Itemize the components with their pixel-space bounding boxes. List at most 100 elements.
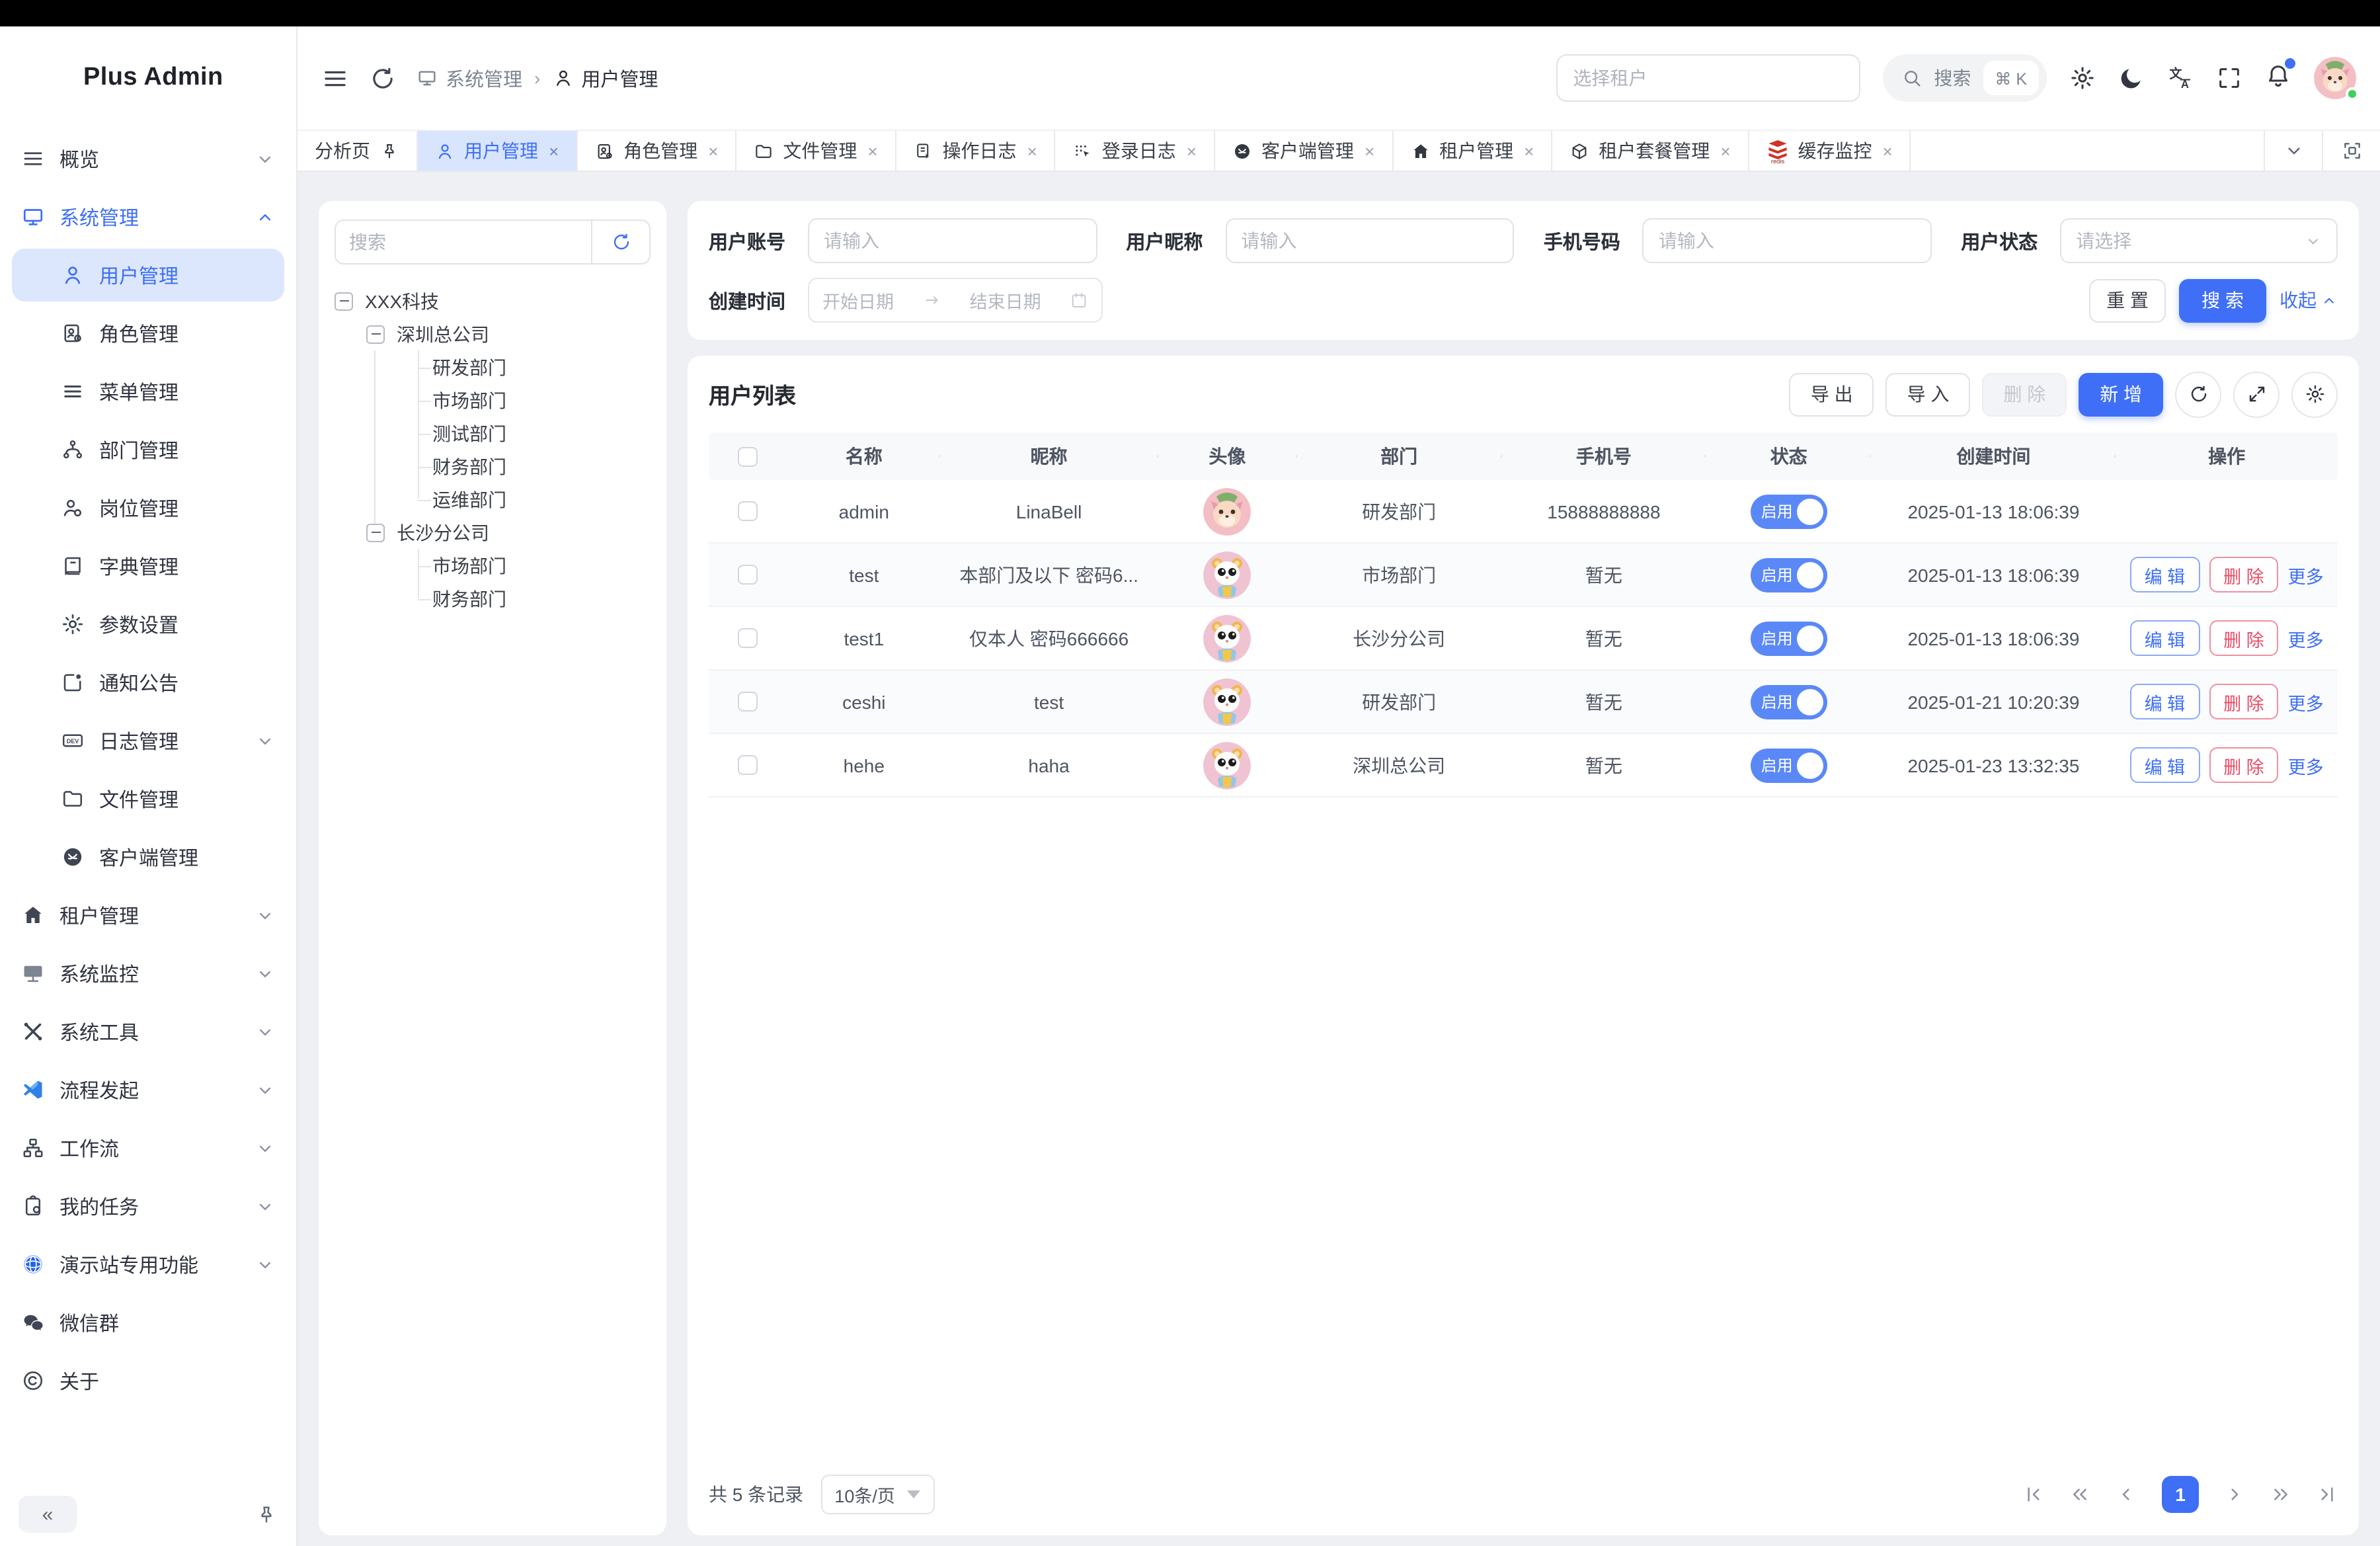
tree-search-input[interactable] [336, 221, 591, 263]
collapse-menu-icon[interactable] [321, 64, 349, 92]
column-settings-button[interactable] [2291, 371, 2338, 417]
tree-node-dept[interactable]: 财务部门 [335, 582, 651, 615]
nickname-input[interactable] [1225, 218, 1514, 263]
pin-icon[interactable] [379, 141, 399, 161]
status-toggle[interactable]: 启用 [1751, 621, 1827, 655]
search-button[interactable]: 搜 索 [2179, 278, 2266, 322]
edit-button[interactable]: 编 辑 [2130, 747, 2200, 783]
close-icon[interactable]: × [1524, 141, 1534, 161]
breadcrumb-user-management[interactable]: 用户管理 [552, 64, 658, 92]
close-icon[interactable]: × [549, 141, 559, 161]
tree-node-changsha-branch[interactable]: 长沙分公司 [335, 516, 651, 549]
edit-button[interactable]: 编 辑 [2130, 557, 2200, 592]
global-search-button[interactable]: 搜索 ⌘ K [1882, 54, 2047, 102]
current-page[interactable]: 1 [2162, 1476, 2199, 1513]
tree-refresh-button[interactable] [591, 221, 649, 263]
select-all-checkbox[interactable] [738, 446, 758, 466]
import-button[interactable]: 导 入 [1886, 372, 1971, 416]
delete-button[interactable]: 删 除 [2209, 557, 2279, 592]
tab-file-management[interactable]: 文件管理 × [736, 131, 896, 171]
tree-node-dept[interactable]: 研发部门 [335, 350, 651, 384]
sidebar-item-dept-management[interactable]: 部门管理 [0, 421, 296, 479]
row-checkbox[interactable] [738, 755, 758, 775]
prev-page-icon[interactable] [2116, 1484, 2137, 1505]
more-link[interactable]: 更多 [2288, 688, 2324, 715]
tab-tenant-management[interactable]: 租户管理 × [1393, 131, 1552, 171]
row-checkbox[interactable] [738, 565, 758, 585]
next-10-pages-icon[interactable] [2270, 1484, 2291, 1505]
tree-node-dept[interactable]: 测试部门 [335, 417, 651, 450]
phone-input[interactable] [1643, 218, 1932, 263]
tabs-dropdown-button[interactable] [2264, 131, 2322, 171]
close-icon[interactable]: × [1027, 141, 1037, 161]
sidebar-item-wechat-group[interactable]: 微信群 [0, 1293, 296, 1352]
tab-cache-monitor[interactable]: redis 缓存监控 × [1749, 131, 1911, 171]
tree-node-dept[interactable]: 市场部门 [335, 384, 651, 417]
sidebar-item-param-settings[interactable]: 参数设置 [0, 595, 296, 653]
row-checkbox[interactable] [738, 692, 758, 712]
collapse-filters-link[interactable]: 收起 [2280, 287, 2338, 313]
sidebar-item-about[interactable]: 关于 [0, 1352, 296, 1410]
more-link[interactable]: 更多 [2288, 625, 2324, 651]
tab-user-management[interactable]: 用户管理 × [418, 131, 577, 171]
status-toggle[interactable]: 启用 [1751, 684, 1827, 719]
fullscreen-icon[interactable] [2216, 65, 2242, 91]
tree-node-company-root[interactable]: XXX科技 [335, 284, 651, 317]
close-icon[interactable]: × [867, 141, 877, 161]
status-toggle[interactable]: 启用 [1751, 748, 1827, 782]
sidebar-item-process-start[interactable]: 流程发起 [0, 1061, 296, 1119]
date-range-picker[interactable]: 开始日期 结束日期 [808, 278, 1103, 323]
tree-node-dept[interactable]: 运维部门 [335, 483, 651, 516]
notifications-button[interactable] [2265, 61, 2291, 95]
sidebar-item-system-tools[interactable]: 系统工具 [0, 1002, 296, 1061]
account-input[interactable] [808, 218, 1097, 263]
sidebar-item-system-management[interactable]: 系统管理 [0, 188, 296, 246]
edit-button[interactable]: 编 辑 [2130, 620, 2200, 656]
refresh-table-button[interactable] [2175, 371, 2221, 417]
sidebar-collapse-button[interactable]: « [19, 1496, 77, 1533]
tab-tenant-package[interactable]: 租户套餐管理 × [1552, 131, 1749, 171]
edit-button[interactable]: 编 辑 [2130, 684, 2200, 719]
collapse-box-icon[interactable] [366, 523, 385, 542]
delete-button[interactable]: 删 除 [2209, 684, 2279, 719]
batch-delete-button[interactable]: 删 除 [1982, 372, 2067, 416]
sidebar-item-role-management[interactable]: 角色管理 [0, 304, 296, 362]
sidebar-item-overview[interactable]: 概览 [0, 130, 296, 188]
pin-icon[interactable] [255, 1503, 278, 1526]
tree-node-dept[interactable]: 市场部门 [335, 549, 651, 582]
status-toggle[interactable]: 启用 [1751, 494, 1827, 528]
status-select[interactable]: 请选择 [2060, 218, 2338, 263]
delete-button[interactable]: 删 除 [2209, 747, 2279, 783]
sidebar-item-log-management[interactable]: DEV 日志管理 [0, 712, 296, 770]
next-page-icon[interactable] [2224, 1484, 2245, 1505]
tree-node-dept[interactable]: 财务部门 [335, 450, 651, 483]
sidebar-item-tenant-management[interactable]: 租户管理 [0, 886, 296, 944]
export-button[interactable]: 导 出 [1790, 372, 1874, 416]
row-checkbox[interactable] [738, 628, 758, 648]
close-icon[interactable]: × [1187, 141, 1197, 161]
last-page-icon[interactable] [2317, 1484, 2338, 1505]
first-page-icon[interactable] [2023, 1484, 2044, 1505]
translate-icon[interactable]: 文A [2167, 65, 2194, 91]
delete-button[interactable]: 删 除 [2209, 620, 2279, 656]
sidebar-item-workflow[interactable]: 工作流 [0, 1119, 296, 1177]
settings-gear-icon[interactable] [2069, 65, 2096, 91]
sidebar-item-user-management[interactable]: 用户管理 [12, 249, 284, 302]
sidebar-item-post-management[interactable]: 岗位管理 [0, 479, 296, 537]
sidebar-item-demo-features[interactable]: 演示站专用功能 [0, 1235, 296, 1293]
tab-role-management[interactable]: 角色管理 × [577, 131, 736, 171]
status-toggle[interactable]: 启用 [1751, 557, 1827, 592]
sidebar-item-my-tasks[interactable]: 我的任务 [0, 1177, 296, 1235]
reload-page-icon[interactable] [369, 64, 397, 92]
sidebar-item-menu-management[interactable]: 菜单管理 [0, 362, 296, 421]
tenant-select-input[interactable] [1556, 54, 1860, 102]
expand-table-button[interactable] [2233, 371, 2280, 417]
close-icon[interactable]: × [1720, 141, 1730, 161]
content-fullscreen-button[interactable] [2322, 131, 2380, 171]
breadcrumb-system-management[interactable]: 系统管理 [416, 64, 522, 92]
sidebar-item-client-management[interactable]: 客户端管理 [0, 828, 296, 886]
close-icon[interactable]: × [1365, 141, 1374, 161]
sidebar-item-file-management[interactable]: 文件管理 [0, 770, 296, 828]
collapse-box-icon[interactable] [366, 325, 385, 343]
sidebar-item-notice[interactable]: 通知公告 [0, 653, 296, 712]
